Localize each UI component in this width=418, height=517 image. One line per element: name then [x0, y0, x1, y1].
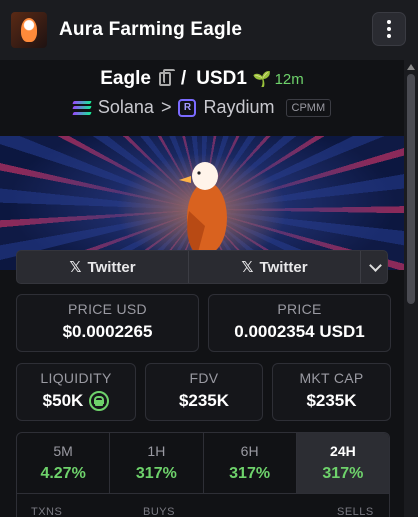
market-cap-label: MKT CAP	[299, 370, 364, 386]
tab-1h[interactable]: 1H 317%	[110, 433, 204, 493]
price-usd-label: PRICE USD	[68, 301, 147, 317]
pair-quote: USD1	[196, 68, 247, 89]
twitter-link-label: Twitter	[87, 258, 136, 276]
twitter-link-button[interactable]: 𝕏 Twitter	[17, 251, 189, 283]
social-links-bar: 𝕏 Twitter 𝕏 Twitter	[16, 250, 388, 284]
price-card: PRICE 0.0002354 USD1	[208, 294, 391, 352]
kebab-dot-icon	[387, 34, 391, 38]
price-change: 317%	[135, 465, 177, 482]
chain-name[interactable]: Solana	[98, 97, 154, 118]
txns-label: TXNS	[31, 506, 63, 517]
x-twitter-icon: 𝕏	[69, 259, 82, 276]
price-change: 317%	[322, 465, 364, 482]
txn-stats-row: TXNS BUYS SELLS	[16, 494, 390, 517]
sprout-icon: 🌱	[252, 71, 272, 88]
vertical-scrollbar[interactable]	[404, 60, 418, 517]
liquidity-value: $50K	[42, 391, 84, 410]
lock-icon[interactable]	[89, 391, 110, 411]
solana-icon	[72, 100, 92, 115]
chain-row: Solana > R Raydium CPMM	[0, 97, 404, 118]
kebab-dot-icon	[387, 27, 391, 31]
price-change: 317%	[229, 465, 271, 482]
market-cap-card: MKT CAP $235K	[272, 363, 391, 421]
x-twitter-icon: 𝕏	[241, 259, 254, 276]
price-change: 4.27%	[40, 465, 86, 482]
chevron-down-icon	[368, 258, 382, 272]
app-header: Aura Farming Eagle	[0, 0, 418, 60]
market-cap-value: $235K	[306, 391, 357, 410]
chevron-right-icon: >	[160, 97, 172, 117]
more-options-button[interactable]	[372, 12, 406, 46]
price-usd-value: $0.0002265	[62, 322, 153, 341]
tab-6h[interactable]: 6H 317%	[204, 433, 297, 493]
timeframe-tabs: 5M 4.27% 1H 317% 6H 317% 24H 317%	[16, 432, 390, 494]
tab-label: 5M	[53, 443, 73, 459]
sells-label: SELLS	[337, 506, 374, 517]
price-label: PRICE	[277, 301, 322, 317]
liquidity-card: LIQUIDITY $50K	[16, 363, 136, 421]
pair-age: 🌱 12m	[252, 70, 304, 89]
fdv-card: FDV $235K	[145, 363, 263, 421]
pair-base: Eagle	[100, 68, 151, 89]
tab-label: 1H	[147, 443, 166, 459]
buys-label: BUYS	[143, 506, 175, 517]
tab-24h[interactable]: 24H 317%	[296, 433, 389, 493]
token-title: Aura Farming Eagle	[59, 19, 243, 40]
twitter-link-button-2[interactable]: 𝕏 Twitter	[189, 251, 361, 283]
pool-type-badge: CPMM	[285, 98, 332, 117]
price-value: 0.0002354 USD1	[234, 322, 365, 341]
token-logo	[11, 12, 47, 48]
pair-separator: /	[180, 68, 187, 89]
scroll-up-icon[interactable]	[407, 64, 415, 70]
twitter-link-label: Twitter	[259, 258, 308, 276]
scrollbar-thumb[interactable]	[407, 74, 415, 304]
fdv-label: FDV	[189, 370, 219, 386]
dex-name[interactable]: Raydium	[203, 97, 274, 118]
tab-5m[interactable]: 5M 4.27%	[17, 433, 111, 493]
token-details-panel: Eagle / USD1 🌱 12m Solana > R Raydium CP…	[0, 60, 404, 517]
copy-icon[interactable]	[158, 69, 175, 86]
raydium-icon: R	[178, 98, 197, 117]
liquidity-label: LIQUIDITY	[40, 370, 112, 386]
pair-age-value: 12m	[274, 70, 304, 88]
price-usd-card: PRICE USD $0.0002265	[16, 294, 199, 352]
tab-label: 6H	[240, 443, 259, 459]
tab-label: 24H	[330, 443, 356, 459]
pair-row: Eagle / USD1 🌱 12m	[0, 68, 404, 90]
liquidity-value-row: $50K	[17, 391, 135, 411]
fdv-value: $235K	[178, 391, 230, 410]
more-links-button[interactable]	[361, 251, 387, 283]
kebab-dot-icon	[387, 20, 391, 24]
